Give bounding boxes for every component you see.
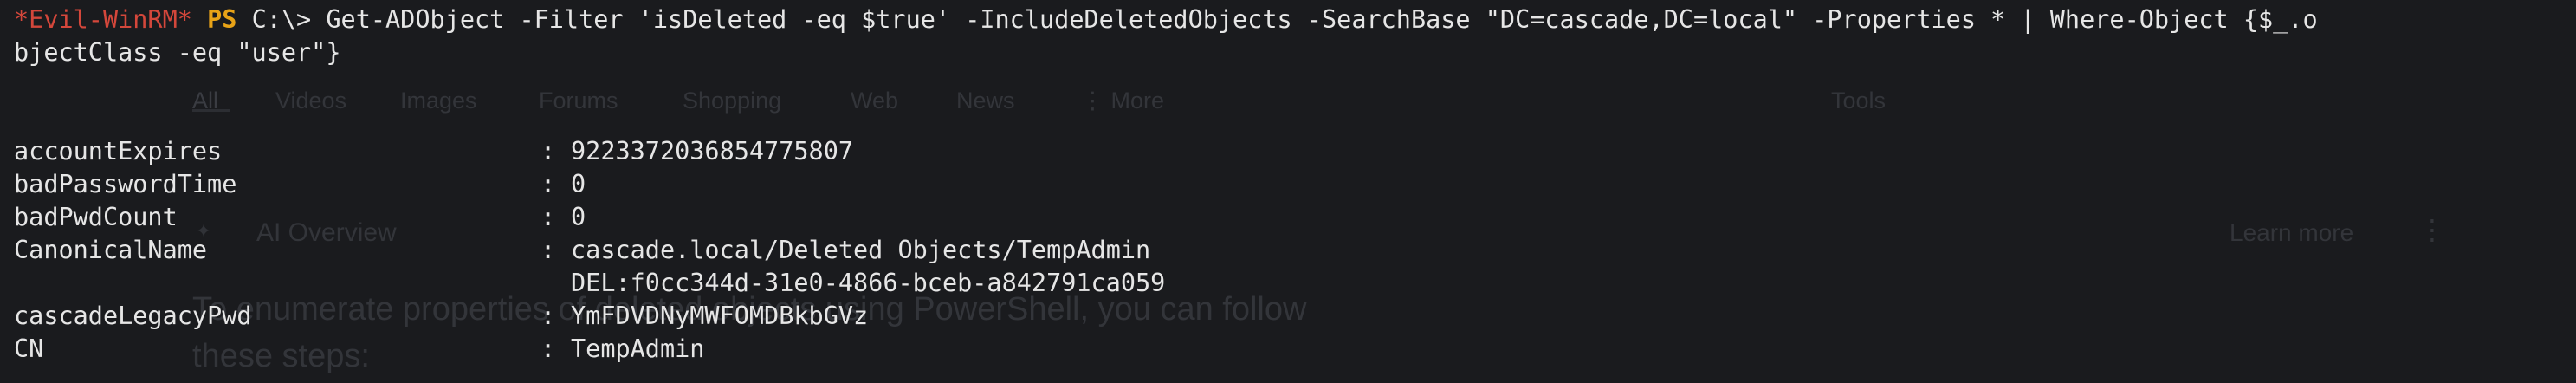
property-row: CanonicalName : cascade.local/Deleted Ob… [14,234,2576,267]
property-value: 0 [571,170,586,198]
property-separator: : [540,236,556,264]
property-separator: : [540,203,556,231]
property-key: accountExpires [14,137,223,166]
prompt-host: *Evil-WinRM* [14,5,192,34]
property-separator: : [540,170,556,198]
property-value: YmFDVDNyMWFOMDBkbGVz [571,302,869,330]
property-key: CanonicalName [14,236,208,264]
property-row: badPasswordTime : 0 [14,168,2576,201]
property-value: TempAdmin [571,334,705,363]
property-separator: : [540,302,556,330]
command-text: Get-ADObject -Filter 'isDeleted -eq $tru… [326,5,2318,34]
property-row: cascadeLegacyPwd : YmFDVDNyMWFOMDBkbGVz [14,300,2576,333]
property-separator: : [540,334,556,363]
command-text-wrap: bjectClass -eq "user"} [14,38,341,67]
property-key: CN [14,334,44,363]
property-value: cascade.local/Deleted Objects/TempAdmin [571,236,1151,264]
property-row: badPwdCount : 0 [14,201,2576,234]
property-key: cascadeLegacyPwd [14,302,252,330]
property-value-continuation: DEL:f0cc344d-31e0-4866-bceb-a842791ca059 [571,269,1166,297]
property-row: accountExpires : 9223372036854775807 [14,135,2576,168]
property-value: 9223372036854775807 [571,137,854,166]
terminal-window[interactable]: All Videos Images Forums Shopping Web Ne… [0,0,2576,383]
property-value: 0 [571,203,586,231]
blank-lines [14,69,2576,135]
terminal-output: *Evil-WinRM* PS C:\> Get-ADObject -Filte… [14,3,2576,366]
property-separator: : [540,137,556,166]
prompt-path: C:\> [251,5,312,34]
prompt-shell: PS [207,5,237,34]
command-line-1: *Evil-WinRM* PS C:\> Get-ADObject -Filte… [14,3,2576,36]
property-row: CN : TempAdmin [14,333,2576,366]
property-key: badPasswordTime [14,170,237,198]
command-line-2: bjectClass -eq "user"} [14,36,2576,69]
property-key: badPwdCount [14,203,178,231]
property-row-continuation: DEL:f0cc344d-31e0-4866-bceb-a842791ca059 [14,267,2576,300]
